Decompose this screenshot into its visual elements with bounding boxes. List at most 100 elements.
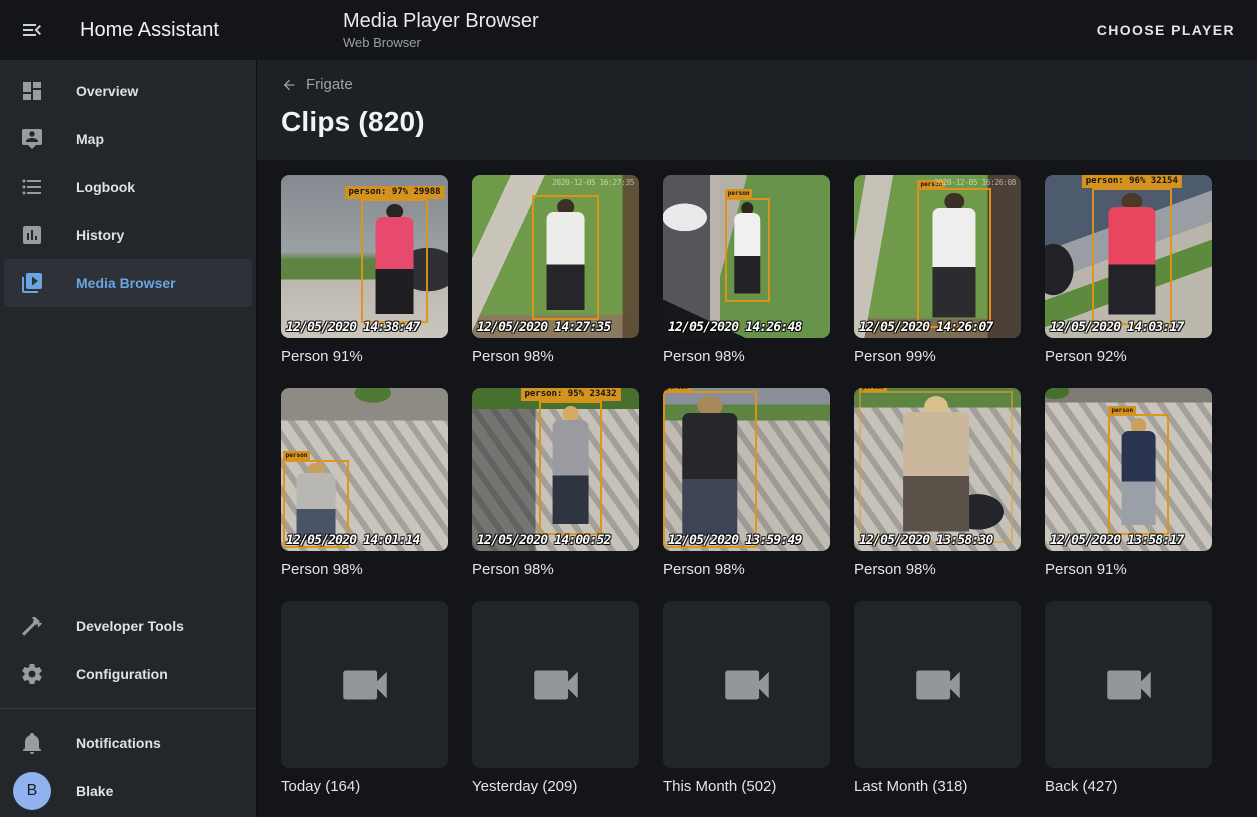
detection-label: person: [283, 451, 311, 461]
sidebar-item-history[interactable]: History: [4, 211, 252, 259]
breadcrumb-label: Frigate: [306, 76, 353, 93]
camera-timestamp: 12/05/2020 14:38:47: [286, 320, 420, 335]
detection-bounding-box: person: 95% 23432: [539, 401, 602, 535]
gear-icon: [20, 662, 44, 686]
sidebar-item-label: Developer Tools: [76, 618, 184, 634]
clip-caption: Person 98%: [663, 561, 830, 578]
camera-timestamp: 12/05/2020 14:03:17: [1050, 320, 1184, 335]
detection-label: person: [1108, 406, 1136, 416]
choose-player-button[interactable]: CHOOSE PLAYER: [1089, 0, 1243, 60]
clip-thumbnail: person: 95% 23432 12/05/2020 14:00:52: [472, 388, 639, 551]
clip-item[interactable]: person 12/05/2020 14:01:14 Person 98%: [281, 388, 448, 578]
sidebar-item-configuration[interactable]: Configuration: [4, 650, 252, 698]
play-box-multiple-icon: [20, 271, 44, 295]
menu-open-icon: [20, 18, 44, 42]
clip-item[interactable]: person: 96% 32154 12/05/2020 14:03:17 Pe…: [1045, 175, 1212, 365]
sidebar-item-developer-tools[interactable]: Developer Tools: [4, 602, 252, 650]
folders-grid: Today (164) Yesterday (209) This Month (…: [281, 601, 1233, 795]
clip-item[interactable]: person 12/05/2020 13:58:17 Person 91%: [1045, 388, 1212, 578]
panel-title: Media Player Browser: [343, 9, 539, 33]
media-folder-item[interactable]: Last Month (318): [854, 601, 1021, 795]
detection-bounding-box: person: 97% 29988: [361, 199, 428, 323]
media-folder-item[interactable]: Back (427): [1045, 601, 1212, 795]
sidebar-item-map[interactable]: Map: [4, 115, 252, 163]
clip-caption: Person 91%: [281, 348, 448, 365]
folder-caption: This Month (502): [663, 778, 830, 795]
arrow-left-icon: [281, 77, 297, 93]
folder-thumbnail: [472, 601, 639, 768]
clip-thumbnail: person: 96% 32154 12/05/2020 14:03:17: [1045, 175, 1212, 338]
clip-item[interactable]: person 12/05/2020 13:58:30 Person 98%: [854, 388, 1021, 578]
hammer-icon: [20, 614, 44, 638]
sidebar-item-user-profile[interactable]: B Blake: [4, 767, 252, 815]
folder-caption: Today (164): [281, 778, 448, 795]
detection-label: person: [859, 388, 887, 392]
clip-item[interactable]: 2020-12-05 16:27:35 12/05/2020 14:27:35 …: [472, 175, 639, 365]
media-browser-panel: Frigate Clips (820) person: 97% 29988 12…: [257, 60, 1257, 817]
detection-bounding-box: person: [917, 188, 990, 328]
clip-caption: Person 98%: [854, 561, 1021, 578]
clip-caption: Person 98%: [663, 348, 830, 365]
sidebar-toggle-button[interactable]: [8, 6, 56, 54]
clip-thumbnail: 2020-12-05 16:27:35 12/05/2020 14:27:35: [472, 175, 639, 338]
media-folder-item[interactable]: Yesterday (209): [472, 601, 639, 795]
sidebar-item-label: Notifications: [76, 735, 161, 751]
clip-caption: Person 99%: [854, 348, 1021, 365]
detection-bounding-box: person: [725, 198, 770, 302]
camera-timestamp: 12/05/2020 14:27:35: [477, 320, 611, 335]
clip-item[interactable]: person: 95% 23432 12/05/2020 14:00:52 Pe…: [472, 388, 639, 578]
clips-grid: person: 97% 29988 12/05/2020 14:38:47 Pe…: [281, 175, 1233, 578]
app-title: Home Assistant: [80, 19, 219, 42]
clip-item[interactable]: person 12/05/2020 13:59:49 Person 98%: [663, 388, 830, 578]
detection-label: person: 97% 29988: [344, 186, 444, 199]
view-dashboard-icon: [20, 79, 44, 103]
sidebar: Overview Map Logbook History Media Brows…: [0, 60, 257, 817]
detection-bounding-box: person: [859, 391, 1013, 543]
folder-caption: Yesterday (209): [472, 778, 639, 795]
folder-thumbnail: [854, 601, 1021, 768]
folder-caption: Last Month (318): [854, 778, 1021, 795]
clip-thumbnail: person 12/05/2020 13:59:49: [663, 388, 830, 551]
clip-item[interactable]: person 2020-12-05 16:26:08 12/05/2020 14…: [854, 175, 1021, 365]
folder-thumbnail: [1045, 601, 1212, 768]
detection-label: person: [725, 189, 753, 199]
sidebar-item-logbook[interactable]: Logbook: [4, 163, 252, 211]
camera-timestamp: 12/05/2020 13:58:17: [1050, 533, 1184, 548]
user-name-label: Blake: [76, 783, 113, 799]
folder-caption: Back (427): [1045, 778, 1212, 795]
detection-label: person: 95% 23432: [520, 388, 620, 401]
folder-thumbnail: [281, 601, 448, 768]
camera-corner-timestamp: 2020-12-05 16:27:35: [552, 178, 634, 187]
detection-bounding-box: person: 96% 32154: [1092, 188, 1172, 325]
detection-label: person: [663, 388, 691, 392]
clip-thumbnail: person 12/05/2020 14:01:14: [281, 388, 448, 551]
clip-caption: Person 92%: [1045, 348, 1212, 365]
detection-bounding-box: [532, 195, 599, 321]
sidebar-item-media-browser[interactable]: Media Browser: [4, 259, 252, 307]
video-camera-icon: [718, 656, 776, 714]
media-grid-area: person: 97% 29988 12/05/2020 14:38:47 Pe…: [257, 160, 1257, 817]
breadcrumb-back-frigate[interactable]: Frigate: [281, 76, 353, 93]
clip-caption: Person 91%: [1045, 561, 1212, 578]
detection-bounding-box: person: [1108, 414, 1168, 535]
sidebar-item-label: Overview: [76, 83, 138, 99]
sidebar-divider: [0, 708, 256, 709]
sidebar-item-label: Logbook: [76, 179, 135, 195]
clip-thumbnail: person: 97% 29988 12/05/2020 14:38:47: [281, 175, 448, 338]
clip-thumbnail: person 12/05/2020 13:58:30: [854, 388, 1021, 551]
chart-box-icon: [20, 223, 44, 247]
video-camera-icon: [1100, 656, 1158, 714]
sidebar-item-overview[interactable]: Overview: [4, 67, 252, 115]
media-folder-item[interactable]: This Month (502): [663, 601, 830, 795]
clip-thumbnail: person 12/05/2020 14:26:48: [663, 175, 830, 338]
clip-item[interactable]: person: 97% 29988 12/05/2020 14:38:47 Pe…: [281, 175, 448, 365]
detection-label: person: 96% 32154: [1082, 175, 1182, 188]
camera-timestamp: 12/05/2020 13:58:30: [859, 533, 993, 548]
sidebar-item-notifications[interactable]: Notifications: [4, 719, 252, 767]
folder-thumbnail: [663, 601, 830, 768]
detection-bounding-box: person: [663, 391, 757, 547]
camera-timestamp: 12/05/2020 14:26:07: [859, 320, 993, 335]
clip-item[interactable]: person 12/05/2020 14:26:48 Person 98%: [663, 175, 830, 365]
camera-corner-timestamp: 2020-12-05 16:26:08: [934, 178, 1016, 187]
media-folder-item[interactable]: Today (164): [281, 601, 448, 795]
